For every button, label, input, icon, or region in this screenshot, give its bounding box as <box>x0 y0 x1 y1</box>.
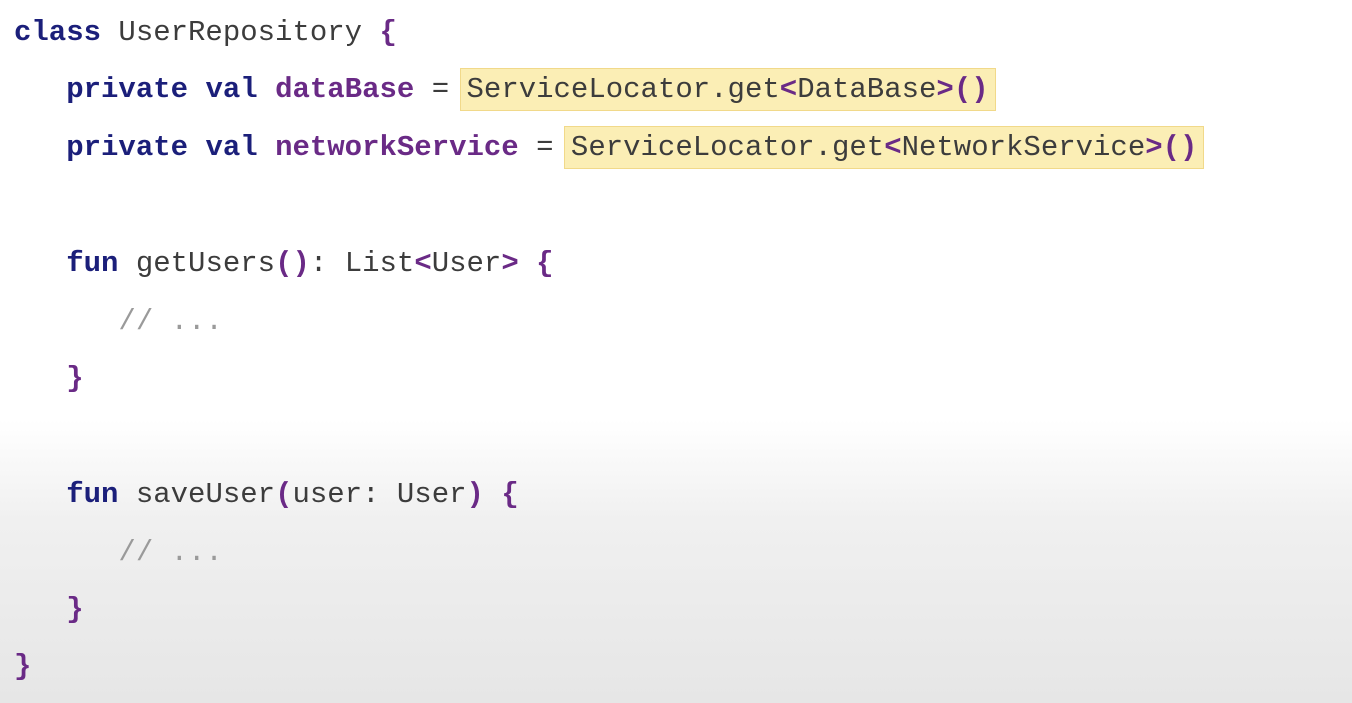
open-brace: { <box>536 247 554 280</box>
call-prefix: ServiceLocator.get <box>570 131 885 164</box>
fun-keyword: fun <box>66 478 119 511</box>
fun-keyword: fun <box>66 247 119 280</box>
comment: // ... <box>118 536 223 569</box>
close-brace: } <box>66 593 84 626</box>
call-prefix: ServiceLocator.get <box>466 73 780 106</box>
function-parens: () <box>275 247 310 280</box>
close-brace: } <box>14 650 32 683</box>
equals-sign: = <box>414 73 467 106</box>
get-users-function-line: fun getUsers(): List<User> { <box>14 244 554 284</box>
paren-open: ( <box>275 478 293 511</box>
class-keyword: class <box>14 16 102 49</box>
close-brace: } <box>66 362 84 395</box>
generic-type: NetworkService <box>901 131 1146 164</box>
comment: // ... <box>118 305 223 338</box>
generic-open: < <box>414 247 432 280</box>
function-name: getUsers <box>118 247 276 280</box>
network-service-property-line: private val networkService = ServiceLoca… <box>14 126 1205 169</box>
paren-close: ) <box>466 478 484 511</box>
return-type: : List <box>309 247 415 280</box>
open-brace: { <box>501 478 519 511</box>
modifiers: private val <box>66 73 258 106</box>
generic-type: DataBase <box>797 73 937 106</box>
generic-close: > <box>936 73 954 106</box>
call-parens: () <box>953 73 989 106</box>
function-params: user: User <box>292 478 467 511</box>
class-close-brace-line: } <box>14 647 31 687</box>
generic-type: User <box>431 247 502 280</box>
generic-open: < <box>779 73 798 106</box>
modifiers: private val <box>66 131 258 164</box>
equals-sign: = <box>518 131 571 164</box>
database-property-line: private val dataBase = ServiceLocator.ge… <box>14 68 996 111</box>
class-declaration-line: class UserRepository { <box>14 13 397 53</box>
property-name: dataBase <box>275 73 415 106</box>
generic-open: < <box>884 131 902 164</box>
highlighted-service-locator-call: ServiceLocator.get<DataBase>() <box>459 68 996 111</box>
comment-line: // ... <box>14 302 223 342</box>
call-parens: () <box>1162 131 1198 164</box>
save-user-function-line: fun saveUser(user: User) { <box>14 475 519 515</box>
highlighted-service-locator-call: ServiceLocator.get<NetworkService>() <box>563 126 1205 169</box>
close-brace-line: } <box>14 359 84 399</box>
function-name: saveUser <box>118 478 276 511</box>
code-snippet: class UserRepository { private val dataB… <box>0 0 1352 703</box>
comment-line: // ... <box>14 533 223 573</box>
generic-close: > <box>501 247 519 280</box>
open-brace: { <box>379 16 397 49</box>
generic-close: > <box>1145 131 1163 164</box>
property-name: networkService <box>275 131 519 164</box>
close-brace-line: } <box>14 590 84 630</box>
class-name: UserRepository <box>101 16 380 49</box>
